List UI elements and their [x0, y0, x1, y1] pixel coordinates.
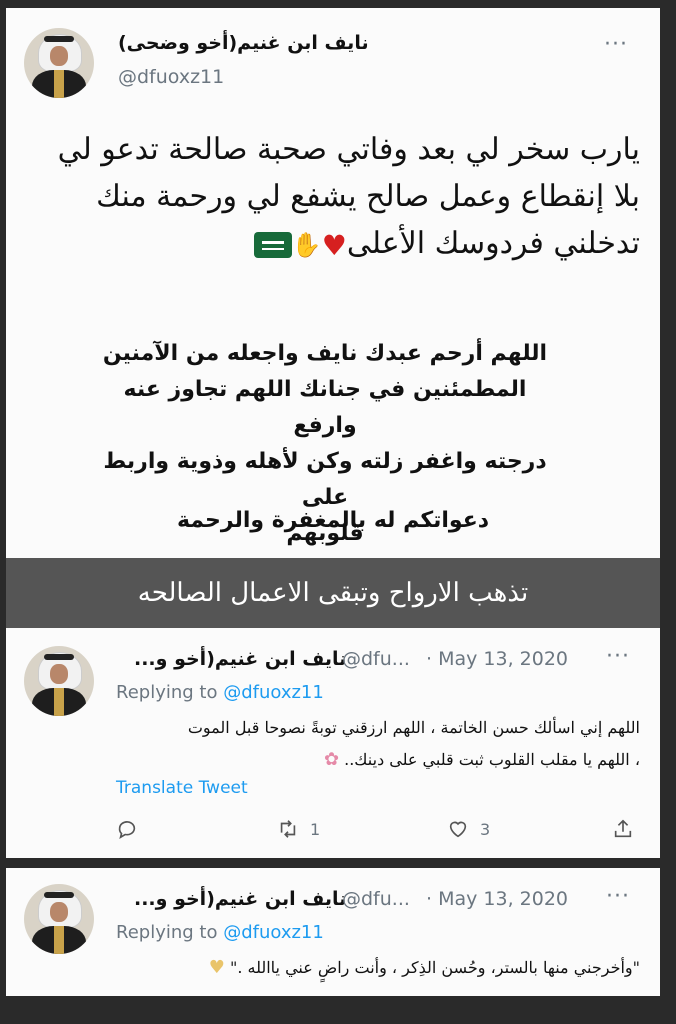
- flower-icon: ✿: [323, 749, 340, 770]
- like-button[interactable]: 3: [446, 818, 490, 840]
- replying-prefix: Replying to: [116, 682, 224, 703]
- more-options-icon[interactable]: ···: [604, 32, 628, 57]
- red-heart-icon: ♥: [321, 228, 347, 262]
- avatar[interactable]: [24, 646, 94, 716]
- reply-button[interactable]: [116, 818, 138, 840]
- yellow-heart-icon: ♥: [208, 957, 225, 978]
- avatar[interactable]: [24, 884, 94, 954]
- replying-handle-link[interactable]: @dfuoxz11: [223, 682, 324, 703]
- tweet-line: بلا إنقطاع وعمل صالح يشفع لي ورحمة منك: [96, 179, 640, 214]
- avatar-trim: [54, 70, 64, 98]
- translate-tweet-link[interactable]: Translate Tweet: [116, 778, 248, 798]
- caption-overlay: تذهب الارواح وتبقى الاعمال الصالحه: [6, 558, 660, 628]
- avatar-trim: [54, 926, 64, 954]
- appeal-text: دعواتكم له بالمغفرة والرحمة: [176, 508, 490, 533]
- reply-icon: [118, 821, 136, 839]
- retweet-button[interactable]: 1: [276, 818, 320, 840]
- user-handle[interactable]: @dfu...: [342, 648, 410, 670]
- main-tweet[interactable]: نايف ابن غنيم(أخو وضحى) @dfuoxz11 ··· يا…: [6, 8, 660, 558]
- display-name[interactable]: نايف ابن غنيم(أخو وضحى): [118, 32, 369, 54]
- avatar-face: [50, 664, 68, 684]
- avatar[interactable]: [24, 28, 94, 98]
- like-count: 3: [480, 819, 491, 839]
- tweet-line-with-emoji: "وأخرجني منها بالستر، وحُسن الذِكر ، وأن…: [80, 952, 640, 984]
- replying-prefix: Replying to: [116, 922, 224, 943]
- avatar-face: [50, 46, 68, 66]
- prayer-line: اللهم أرحم عبدك نايف واجعله من الآمنين: [102, 341, 548, 366]
- tweet-date[interactable]: · May 13, 2020: [426, 648, 568, 670]
- user-handle[interactable]: @dfu...: [342, 888, 410, 910]
- prayer-line: درجته واغفر زلته وكن لأهله وذوية واربط ع…: [103, 449, 547, 510]
- prayer-line: المطمئنين في جنانك اللهم تجاوز عنه وارفع: [123, 377, 527, 438]
- tweet-line: "وأخرجني منها بالستر، وحُسن الذِكر ، وأن…: [229, 958, 640, 977]
- raised-hand-icon: ✋: [291, 230, 322, 259]
- tweet-body: اللهم إني اسألك حسن الخاتمة ، اللهم ارزق…: [80, 712, 640, 776]
- display-name[interactable]: نايف ابن غنيم(أخو و...: [134, 648, 346, 670]
- share-icon: [614, 819, 632, 838]
- user-handle[interactable]: @dfuoxz11: [118, 66, 224, 88]
- replying-to: Replying to @dfuoxz11: [116, 682, 324, 703]
- avatar-face: [50, 902, 68, 922]
- tweet-line-with-emoji: تدخلني فردوسك الأعلى♥✋: [30, 220, 640, 269]
- tweet-line-with-emoji: ، اللهم يا مقلب القلوب ثبت قلبي على دينك…: [80, 744, 640, 776]
- more-options-icon[interactable]: ···: [606, 884, 630, 909]
- reply-tweet[interactable]: نايف ابن غنيم(أخو و... @dfu... · May 13,…: [6, 868, 660, 996]
- replying-to: Replying to @dfuoxz11: [116, 922, 324, 943]
- avatar-agal: [44, 654, 74, 660]
- avatar-agal: [44, 36, 74, 42]
- tweet-date[interactable]: · May 13, 2020: [426, 888, 568, 910]
- avatar-trim: [54, 688, 64, 716]
- tweet-line: اللهم إني اسألك حسن الخاتمة ، اللهم ارزق…: [187, 718, 640, 737]
- heart-icon: [449, 821, 467, 838]
- tweet-actions: 1 3: [116, 818, 636, 848]
- retweet-count: 1: [310, 819, 321, 839]
- reply-tweet[interactable]: نايف ابن غنيم(أخو و... @dfu... · May 13,…: [6, 628, 660, 858]
- tweet-line: يارب سخر لي بعد وفاتي صحبة صالحة تدعو لي: [57, 132, 640, 167]
- tweet-body: "وأخرجني منها بالستر، وحُسن الذِكر ، وأن…: [80, 952, 640, 984]
- tweet-line: تدخلني فردوسك الأعلى: [346, 226, 640, 261]
- retweet-icon: [280, 820, 296, 838]
- share-button[interactable]: [612, 818, 634, 840]
- display-name[interactable]: نايف ابن غنيم(أخو و...: [134, 888, 346, 910]
- avatar-agal: [44, 892, 74, 898]
- saudi-flag-icon: [253, 232, 292, 258]
- replying-handle-link[interactable]: @dfuoxz11: [223, 922, 324, 943]
- more-options-icon[interactable]: ···: [606, 644, 630, 669]
- tweet-line: ، اللهم يا مقلب القلوب ثبت قلبي على دينك…: [344, 750, 640, 769]
- tweet-body: يارب سخر لي بعد وفاتي صحبة صالحة تدعو لي…: [30, 126, 640, 269]
